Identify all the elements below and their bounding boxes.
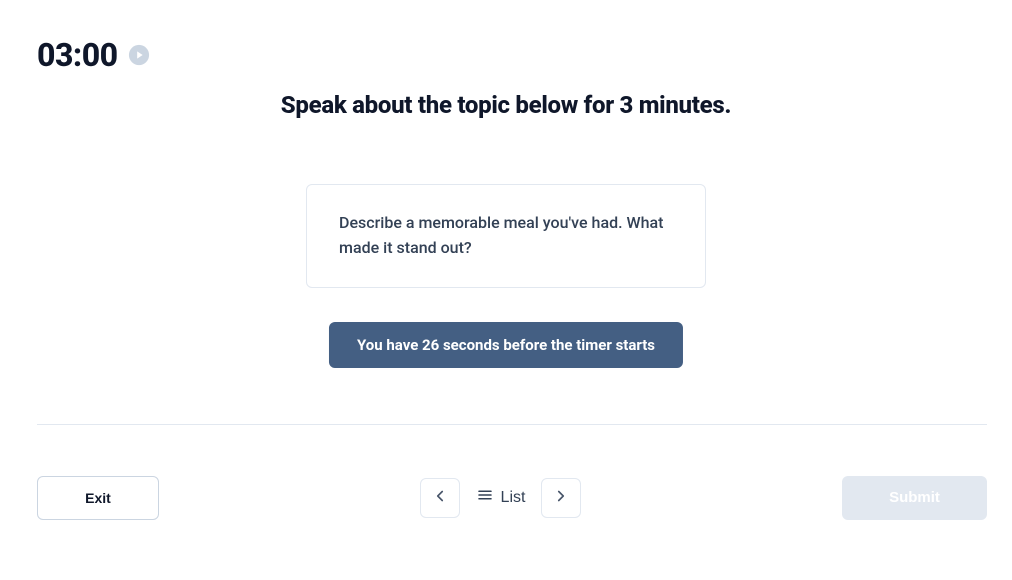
chevron-left-icon bbox=[431, 487, 449, 508]
play-icon[interactable] bbox=[128, 44, 150, 66]
chevron-right-icon bbox=[552, 487, 570, 508]
nav-group: List bbox=[420, 478, 582, 518]
prev-button[interactable] bbox=[420, 478, 460, 518]
next-button[interactable] bbox=[541, 478, 581, 518]
topic-prompt: Describe a memorable meal you've had. Wh… bbox=[339, 211, 673, 261]
divider bbox=[37, 424, 987, 425]
list-button[interactable]: List bbox=[472, 480, 530, 515]
list-icon bbox=[476, 486, 494, 509]
footer: Exit List bbox=[37, 475, 987, 520]
instruction-heading: Speak about the topic below for 3 minute… bbox=[0, 91, 1012, 119]
timer-value: 03:00 bbox=[37, 36, 118, 74]
exit-button[interactable]: Exit bbox=[37, 476, 159, 520]
submit-button[interactable]: Submit bbox=[842, 476, 987, 520]
countdown-banner: You have 26 seconds before the timer sta… bbox=[329, 322, 683, 368]
topic-card: Describe a memorable meal you've had. Wh… bbox=[306, 184, 706, 288]
timer-row: 03:00 bbox=[37, 36, 150, 74]
list-label: List bbox=[501, 489, 526, 507]
